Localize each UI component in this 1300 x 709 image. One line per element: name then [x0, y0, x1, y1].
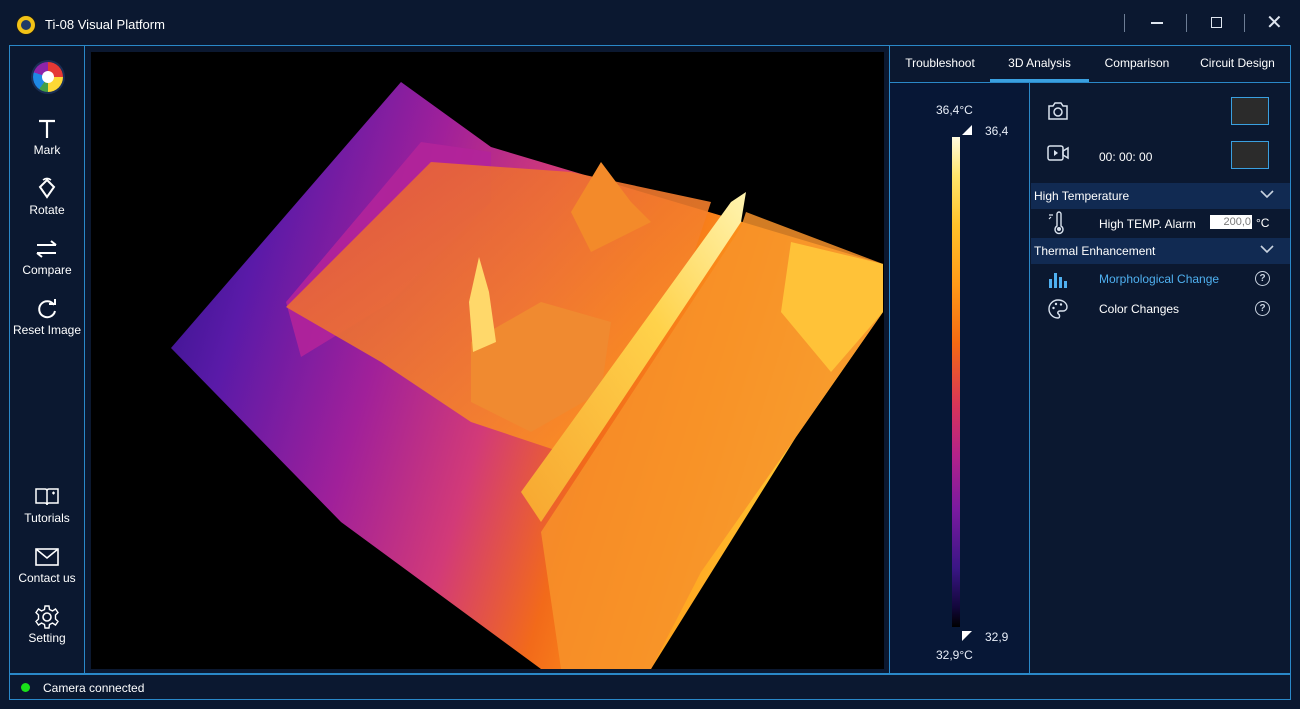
app-title: Ti-08 Visual Platform	[45, 17, 165, 32]
book-icon	[35, 488, 59, 506]
sidebar-item-label: Mark	[33, 143, 61, 157]
status-bar: Camera connected	[9, 674, 1291, 700]
sidebar-item-setting[interactable]: Setting	[10, 604, 84, 645]
sidebar-item-label: Reset Image	[12, 323, 82, 337]
tab-comparison[interactable]: Comparison	[1089, 46, 1185, 82]
chevron-down-icon	[1260, 245, 1274, 254]
color-wheel-logo-icon[interactable]	[33, 62, 63, 92]
window-controls-separator	[1186, 14, 1187, 32]
controls-panel: 00: 00: 00 High Temperature High TEMP. A…	[1031, 83, 1290, 673]
thermometer-alarm-icon	[1048, 211, 1064, 235]
snapshot-preview-swatch[interactable]	[1231, 97, 1269, 125]
recording-preview-swatch[interactable]	[1231, 141, 1269, 169]
camera-snapshot-icon[interactable]	[1046, 99, 1070, 123]
high-temp-alarm-input[interactable]	[1210, 215, 1252, 229]
colorbar-max-handle[interactable]	[962, 125, 972, 135]
temperature-colorbar-panel: 36,4°C 36,4 32,9 32,9°C	[890, 83, 1030, 673]
gear-icon	[35, 605, 59, 629]
sidebar-item-rotate[interactable]: Rotate	[10, 176, 84, 217]
maximize-button[interactable]	[1201, 10, 1231, 36]
tab-circuit-design[interactable]: Circuit Design	[1185, 46, 1290, 82]
connection-status-indicator	[21, 683, 30, 692]
sidebar-item-label: Compare	[22, 263, 72, 277]
window-controls-separator	[1244, 14, 1245, 32]
section-title: High Temperature	[1034, 189, 1130, 203]
title-bar: Ti-08 Visual Platform ✕	[0, 0, 1300, 46]
thermal-enhancement-section-header[interactable]: Thermal Enhancement	[1031, 238, 1290, 264]
colorbar-min-label: 32,9°C	[936, 648, 973, 662]
sidebar-item-tutorials[interactable]: Tutorials	[10, 484, 84, 525]
sidebar-item-reset-image[interactable]: Reset Image	[10, 296, 84, 337]
thermal-3d-viewport[interactable]	[91, 52, 884, 669]
colorbar-max-value: 36,4	[985, 124, 1009, 138]
compare-arrows-icon	[36, 240, 57, 258]
colorbar-min-value: 32,9	[985, 630, 1009, 644]
tab-3d-analysis[interactable]: 3D Analysis	[990, 46, 1089, 82]
high-temperature-section-header[interactable]: High Temperature	[1031, 183, 1290, 209]
status-text: Camera connected	[43, 681, 145, 695]
sidebar-item-label: Tutorials	[24, 511, 70, 525]
close-icon: ✕	[1266, 12, 1283, 34]
mail-icon	[35, 548, 59, 566]
bar-chart-icon[interactable]	[1046, 267, 1070, 291]
colorbar-min-handle[interactable]	[962, 631, 972, 641]
morphological-help-icon[interactable]: ?	[1255, 271, 1270, 286]
section-title: Thermal Enhancement	[1034, 244, 1156, 258]
analysis-tabs: Troubleshoot 3D Analysis Comparison Circ…	[890, 46, 1290, 83]
rotate-icon	[38, 177, 56, 199]
tab-troubleshoot[interactable]: Troubleshoot	[890, 46, 990, 82]
colorbar-max-label: 36,4°C	[936, 103, 973, 117]
alarm-unit: °C	[1256, 216, 1270, 230]
color-changes-help-icon[interactable]: ?	[1255, 301, 1270, 316]
sidebar-item-label: Setting	[28, 631, 66, 645]
thermal-3d-surface	[171, 82, 883, 669]
sidebar-item-label: Contact us	[18, 571, 76, 585]
sidebar-item-label: Rotate	[29, 203, 65, 217]
recording-timer: 00: 00: 00	[1099, 150, 1153, 164]
window-controls-separator	[1124, 14, 1125, 32]
sidebar-item-contact-us[interactable]: Contact us	[10, 544, 84, 585]
chevron-down-icon	[1260, 190, 1274, 199]
color-changes-option[interactable]: Color Changes	[1099, 302, 1179, 316]
text-mark-icon	[39, 119, 55, 138]
color-palette-icon[interactable]	[1046, 297, 1070, 321]
maximize-icon	[1211, 17, 1222, 28]
minimize-icon	[1151, 22, 1163, 24]
morphological-change-option[interactable]: Morphological Change	[1099, 272, 1219, 286]
minimize-button[interactable]	[1142, 10, 1172, 36]
reset-icon	[38, 299, 56, 319]
sidebar-item-mark[interactable]: Mark	[10, 116, 84, 157]
sidebar-item-compare[interactable]: Compare	[10, 236, 84, 277]
close-button[interactable]: ✕	[1260, 10, 1290, 36]
app-logo-icon	[16, 15, 36, 35]
video-record-icon[interactable]	[1046, 141, 1070, 165]
high-temp-alarm-label: High TEMP. Alarm	[1099, 217, 1196, 231]
colorbar-gradient	[952, 137, 960, 627]
sidebar: Mark Rotate Compare Reset Image Tutorial…	[10, 46, 85, 673]
